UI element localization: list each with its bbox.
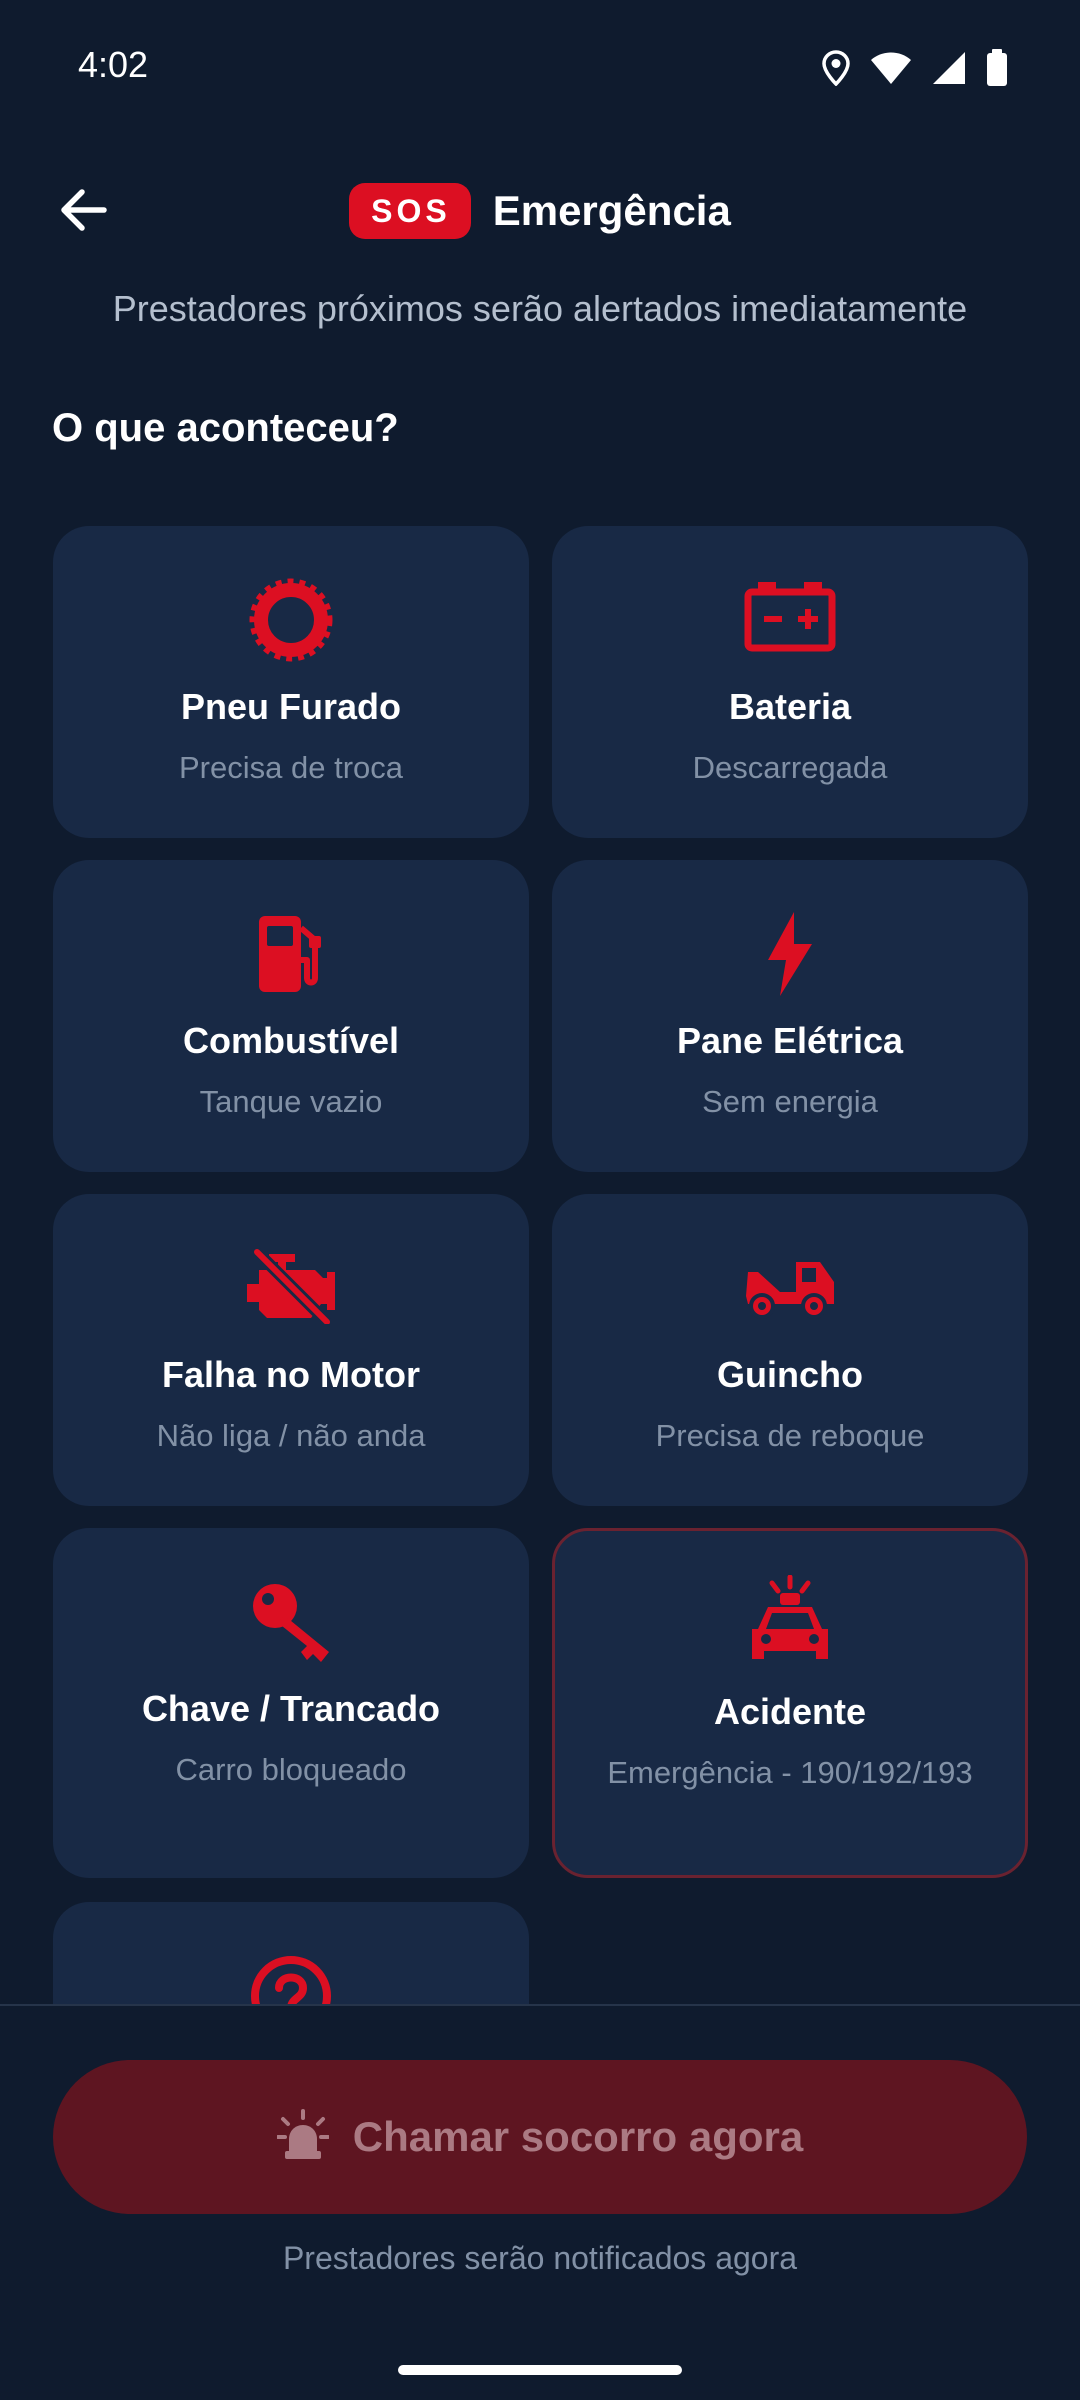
card-title: Combustível xyxy=(182,1020,400,1061)
page-title: Emergência xyxy=(492,187,731,234)
tire-icon xyxy=(53,578,529,662)
card-title: Guincho xyxy=(717,1354,863,1395)
emergency-screen: 4:02 SOS Emergência Prestadores próximos… xyxy=(0,0,1080,2400)
call-help-button[interactable]: Chamar socorro agora xyxy=(53,2060,1027,2214)
sos-badge: SOS xyxy=(349,183,471,239)
card-subtitle: Precisa de reboque xyxy=(655,1418,925,1453)
header-title: SOS Emergência xyxy=(0,180,1080,242)
card-title: Bateria xyxy=(728,686,852,727)
wifi-icon xyxy=(870,51,912,85)
option-card-guincho[interactable]: Guincho Precisa de reboque xyxy=(552,1194,1028,1506)
card-subtitle: Emergência - 190/192/193 xyxy=(607,1755,973,1790)
card-title: Pane Elétrica xyxy=(676,1020,904,1061)
card-title: Pneu Furado xyxy=(180,686,401,727)
status-time: 4:02 xyxy=(78,44,149,85)
key-icon xyxy=(53,1580,529,1664)
option-card-falha-motor[interactable]: Falha no Motor Não liga / não anda xyxy=(53,1194,529,1506)
card-subtitle: Sem energia xyxy=(702,1084,878,1119)
card-title: Falha no Motor xyxy=(162,1354,420,1395)
lightning-icon xyxy=(552,910,1028,998)
card-subtitle: Precisa de troca xyxy=(179,750,403,785)
option-card-pneu-furado[interactable]: Pneu Furado Precisa de troca xyxy=(53,526,529,838)
status-bar: 4:02 xyxy=(0,0,1080,136)
section-question: O que aconteceu? xyxy=(52,406,399,450)
battery-icon xyxy=(986,49,1008,87)
battery-car-icon xyxy=(552,580,1028,652)
card-subtitle: Carro bloqueado xyxy=(175,1752,407,1787)
location-icon xyxy=(822,50,850,86)
police-car-icon xyxy=(555,1575,1025,1667)
option-card-pane-eletrica[interactable]: Pane Elétrica Sem energia xyxy=(552,860,1028,1172)
fuel-pump-icon xyxy=(53,914,529,994)
option-card-bateria[interactable]: Bateria Descarregada xyxy=(552,526,1028,838)
option-card-combustivel[interactable]: Combustível Tanque vazio xyxy=(53,860,529,1172)
card-subtitle: Tanque vazio xyxy=(199,1084,383,1119)
signal-icon xyxy=(932,51,966,85)
page-subtitle: Prestadores próximos serão alertados ime… xyxy=(112,288,968,329)
tow-truck-icon xyxy=(552,1252,1028,1320)
card-title: Acidente xyxy=(713,1691,867,1732)
notify-note: Prestadores serão notificados agora xyxy=(282,2240,798,2276)
status-icons xyxy=(822,48,1008,88)
call-help-label: Chamar socorro agora xyxy=(352,2113,804,2160)
home-indicator[interactable] xyxy=(398,2365,682,2375)
option-card-chave-trancado[interactable]: Chave / Trancado Carro bloqueado xyxy=(53,1528,529,1878)
card-title: Chave / Trancado xyxy=(141,1688,441,1729)
alarm-light-icon xyxy=(275,2108,330,2166)
card-subtitle: Descarregada xyxy=(692,750,888,785)
card-subtitle: Não liga / não anda xyxy=(156,1418,426,1453)
option-card-acidente[interactable]: Acidente Emergência - 190/192/193 xyxy=(552,1528,1028,1878)
engine-off-icon xyxy=(53,1248,529,1324)
